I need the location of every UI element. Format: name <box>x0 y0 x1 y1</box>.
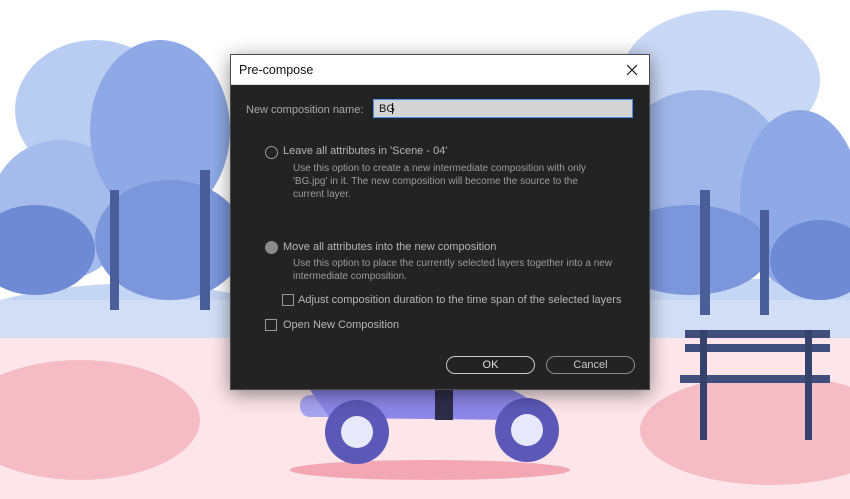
leave-attributes-desc-3: current layer. <box>293 189 351 200</box>
move-attributes-radio[interactable] <box>265 241 278 254</box>
composition-name-label: New composition name: <box>246 104 364 116</box>
leave-attributes-desc-1: Use this option to create a new intermed… <box>293 163 586 174</box>
title-bar[interactable]: Pre-compose <box>231 55 649 85</box>
close-icon <box>626 64 638 76</box>
cancel-button[interactable]: Cancel <box>546 356 635 374</box>
adjust-duration-checkbox[interactable] <box>282 294 294 306</box>
leave-attributes-radio[interactable] <box>265 146 278 159</box>
text-cursor <box>392 103 393 114</box>
adjust-duration-label[interactable]: Adjust composition duration to the time … <box>298 294 621 306</box>
open-new-composition-label[interactable]: Open New Composition <box>283 319 399 331</box>
move-attributes-desc-2: intermediate composition. <box>293 271 407 282</box>
leave-attributes-label[interactable]: Leave all attributes in 'Scene - 04' <box>283 145 447 157</box>
dialog-title: Pre-compose <box>239 63 314 77</box>
ok-button[interactable]: OK <box>446 356 535 374</box>
move-attributes-desc-1: Use this option to place the currently s… <box>293 258 613 269</box>
precompose-dialog: Pre-compose New composition name: Leave … <box>230 54 650 390</box>
close-button[interactable] <box>615 55 649 85</box>
composition-name-input[interactable] <box>373 99 633 118</box>
dialog-body: New composition name: Leave all attribut… <box>231 85 649 390</box>
open-new-composition-checkbox[interactable] <box>265 319 277 331</box>
move-attributes-label[interactable]: Move all attributes into the new composi… <box>283 241 496 253</box>
leave-attributes-desc-2: 'BG.jpg' in it. The new composition will… <box>293 176 578 187</box>
